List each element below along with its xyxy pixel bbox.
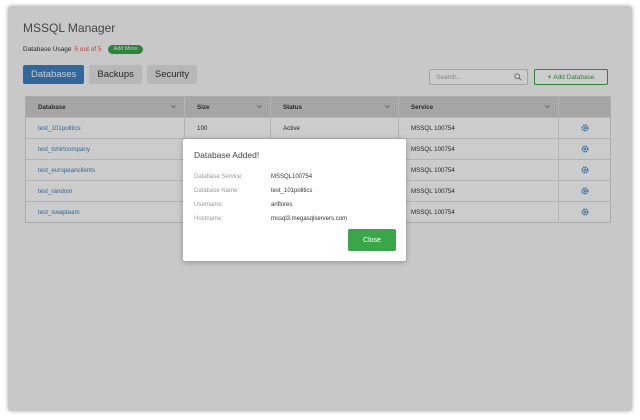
close-button[interactable]: Close [348,229,396,251]
field-hostname: Hostname: mssql3.megasqlservers.com [194,216,348,222]
field-username: Username: anflores [194,202,293,208]
field-database-service: Database Service: MSSQL100754 [194,174,313,180]
database-added-dialog: Database Added! Database Service: MSSQL1… [183,139,406,261]
dialog-title: Database Added! [194,150,260,160]
field-database-name: Database Name: test_101politics [194,188,313,194]
app-window: MSSQL Manager Database Usage 5 out of 5 … [8,6,632,411]
